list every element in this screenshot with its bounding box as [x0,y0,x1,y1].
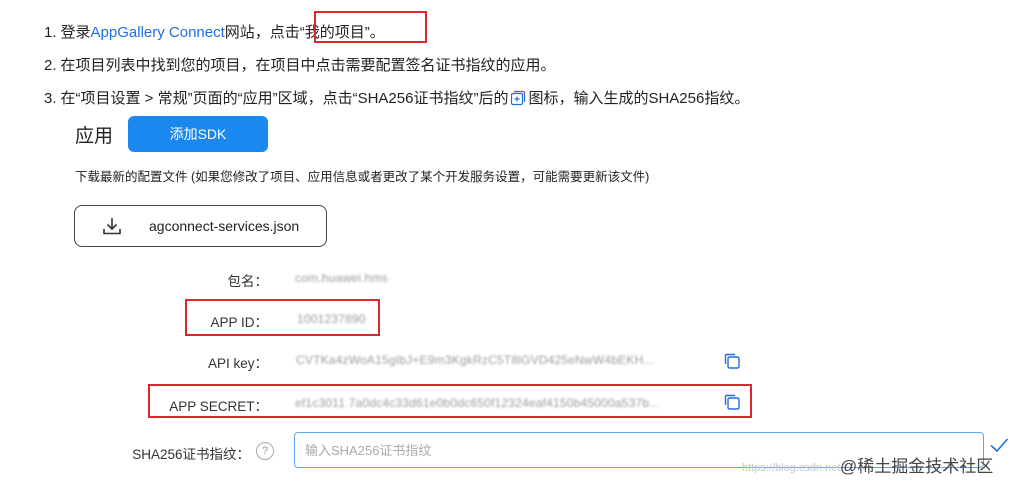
step-number: 3. [44,90,57,107]
sha256-label: SHA256证书指纹： [132,447,250,462]
watermark: @稀土掘金技术社区 [840,457,994,476]
app-secret-label: APP SECRET： [169,399,268,414]
appgallery-connect-link[interactable]: AppGallery Connect [91,24,225,41]
step-text: 网站，点击 [224,24,300,41]
app-id-value: 1001237890 [297,312,366,326]
step-text: 图标，输入生成的SHA256指纹。 [528,90,750,107]
package-label: 包名： [227,274,269,289]
add-sha-icon [511,90,526,106]
api-key-value: CVTKa4zWoA15gIbJ+E9m3KgkRzC5T8lGVD425eNw… [296,353,655,367]
app-secret-value: ef1c3011 7a0dc4c33d61e0b0dc650f12324eaf4… [295,396,660,410]
download-icon [103,218,121,235]
download-file-name: agconnect-services.json [149,218,300,234]
copy-api-key-icon[interactable] [723,352,741,370]
step-2: 2. 在项目列表中找到您的项目，在项目中点击需要配置签名证书指纹的应用。 [44,57,556,75]
add-sdk-button[interactable]: 添加SDK [128,116,268,152]
highlight-my-projects [314,11,427,43]
copy-app-secret-icon[interactable] [723,393,741,411]
package-value: com.huawei.hms [295,271,388,285]
step-text: 在项目列表中找到您的项目，在项目中点击需要配置签名证书指纹的应用。 [60,57,556,74]
download-description: 下载最新的配置文件 (如果您修改了项目、应用信息或者更改了某个开发服务设置，可能… [75,170,650,184]
api-key-label: API key： [207,356,268,371]
download-config-button[interactable]: agconnect-services.json [74,205,327,247]
step-number: 2. [44,57,57,74]
help-icon[interactable]: ? [256,442,274,460]
watermark-url: https://blog.csdn.net/... [742,462,853,474]
section-title: 应用 [75,126,114,147]
step-text: 在“项目设置 > 常规”页面的“应用”区域，点击“SHA256证书指纹”后的 [60,90,509,107]
step-number: 1. [44,24,57,41]
step-3: 3. 在“项目设置 > 常规”页面的“应用”区域，点击“SHA256证书指纹”后的… [44,90,749,108]
app-id-label: APP ID： [210,315,268,330]
step-text: 登录 [60,24,91,41]
